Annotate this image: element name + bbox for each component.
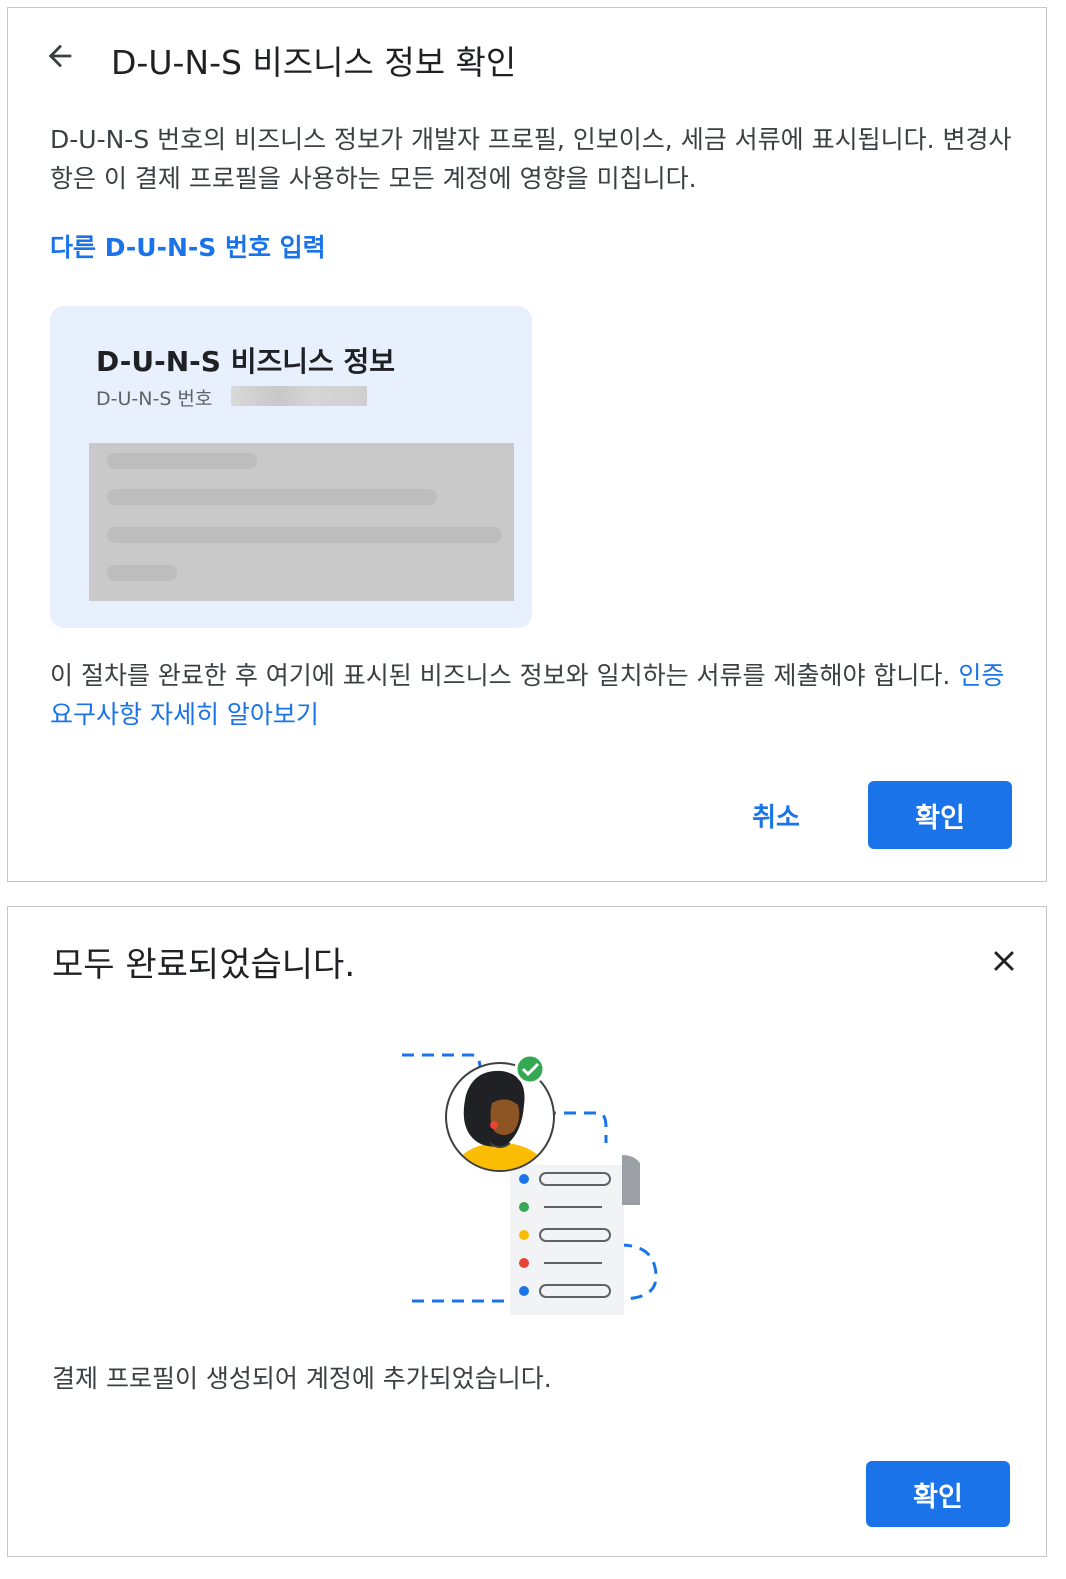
close-icon [994, 951, 1014, 971]
dialog-title: D-U-N-S 비즈니스 정보 확인 [111, 43, 517, 82]
post-completion-note: 이 절차를 완료한 후 여기에 표시된 비즈니스 정보와 일치하는 서류를 제출… [50, 656, 1010, 734]
cancel-button[interactable]: 취소 [726, 783, 826, 847]
business-info-card: D-U-N-S 비즈니스 정보 D-U-N-S 번호 [50, 306, 532, 628]
confirm-button[interactable]: 확인 [868, 781, 1012, 849]
profile-checklist-illustration [402, 1053, 658, 1315]
duns-verify-dialog: D-U-N-S 비즈니스 정보 확인 D-U-N-S 번호의 비즈니스 정보가 … [7, 7, 1047, 882]
note-text: 이 절차를 완료한 후 여기에 표시된 비즈니스 정보와 일치하는 서류를 제출… [50, 661, 959, 690]
done-message: 결제 프로필이 생성되어 계정에 추가되었습니다. [52, 1364, 552, 1393]
back-button[interactable] [38, 34, 82, 78]
duns-number-label: D-U-N-S 번호 [96, 388, 213, 410]
redacted-duns-number [231, 386, 367, 406]
dialog-title: 모두 완료되었습니다. [52, 945, 356, 985]
arrow-back-icon [48, 44, 72, 68]
confirm-button[interactable]: 확인 [866, 1461, 1010, 1527]
enter-other-duns-link[interactable]: 다른 D-U-N-S 번호 입력 [50, 228, 326, 264]
card-title: D-U-N-S 비즈니스 정보 [96, 345, 396, 378]
all-done-dialog: 모두 완료되었습니다. 결제 프로필이 생성되어 계정에 추가되었습니다. 확인 [7, 906, 1047, 1557]
dialog-description: D-U-N-S 번호의 비즈니스 정보가 개발자 프로필, 인보이스, 세금 서… [50, 125, 1012, 193]
redacted-business-details [89, 443, 514, 601]
close-button[interactable] [980, 937, 1028, 985]
